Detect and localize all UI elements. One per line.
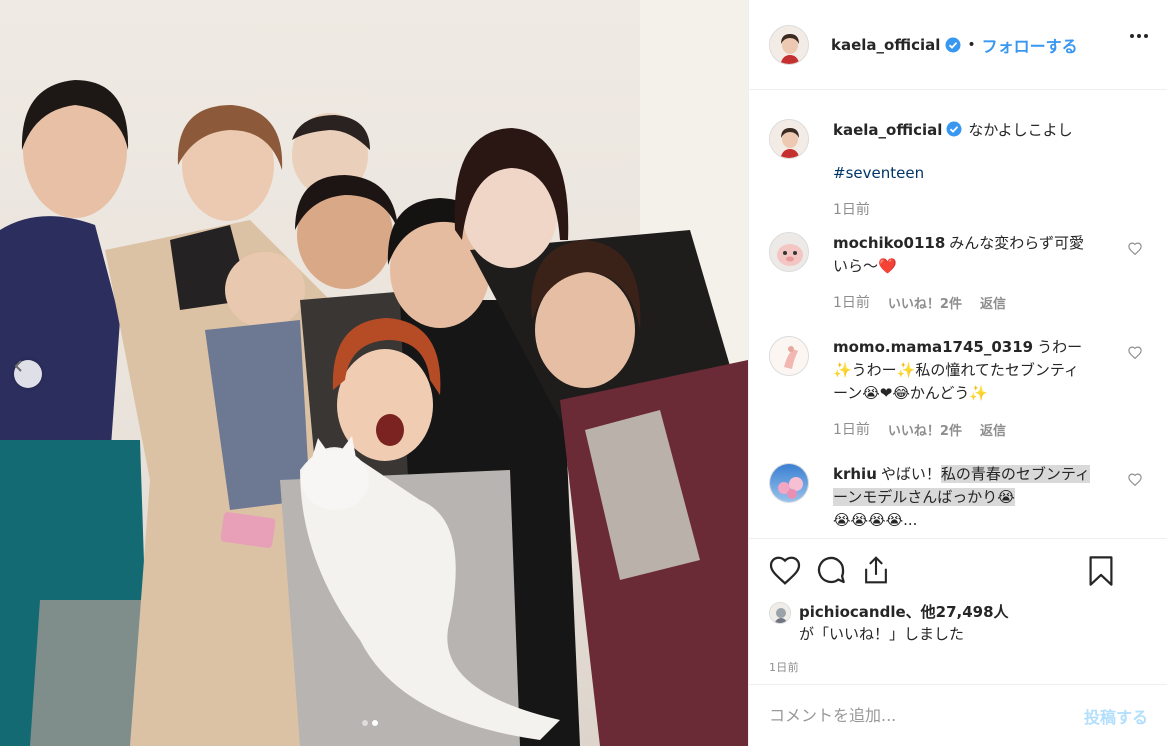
liker-avatar[interactable] [769,602,791,624]
group-photo-illustration [0,0,748,746]
commenter-avatar[interactable] [769,463,809,503]
post-timestamp[interactable]: 1日前 [769,659,1148,675]
author-avatar[interactable] [769,24,809,65]
likes-summary[interactable]: pichiocandle、他27,498人 が「いいね！」しました [769,601,1148,645]
comment-likes[interactable]: いいね！2件 [888,292,962,316]
comment-item: mochiko0118 みんな変わらず可愛いら〜❤️ 1日前 いいね！2件 返信 [769,232,1148,316]
comment-item: momo.mama1745_0319 うわー✨うわー✨私の憧れてたセブンティーン😭… [769,336,1148,443]
comment-username[interactable]: krhiu [833,465,877,483]
comment-form: 投稿する [749,684,1167,746]
comment-text: やばい！ [880,465,941,483]
post-actions: pichiocandle、他27,498人 が「いいね！」しました 1日前 [749,538,1167,675]
heart-icon[interactable] [769,555,801,585]
liker-username[interactable]: pichiocandle [799,603,906,621]
commenter-avatar[interactable] [769,336,809,376]
caption-time[interactable]: 1日前 [833,199,870,222]
share-icon[interactable] [861,554,891,586]
post-side-panel: kaela_official • フォローする kaela_official なか… [748,0,1167,746]
comment-text-tail: 😭😭😭😭... [833,511,918,529]
author-username[interactable]: kaela_official [831,36,940,54]
more-options-icon[interactable] [1130,34,1148,38]
caption-avatar[interactable] [769,119,809,159]
follow-button[interactable]: フォローする [982,33,1078,57]
caption-hashtag[interactable]: #seventeen [833,162,1133,185]
caption-username[interactable]: kaela_official [833,121,942,139]
previous-photo-button[interactable] [14,360,42,388]
header-separator: • [967,36,976,53]
reply-button[interactable]: 返信 [980,419,1006,443]
comment-time[interactable]: 1日前 [833,292,870,316]
comment-like-heart-icon[interactable] [1128,471,1142,490]
comment-username[interactable]: mochiko0118 [833,234,945,252]
post-comment-button[interactable]: 投稿する [1084,704,1148,728]
carousel-dot-active [372,720,378,726]
comment-item: krhiu やばい！私の青春のセブンティーンモデルさんばっかり😭 😭😭😭😭... [769,463,1148,532]
comment-icon[interactable] [815,554,847,586]
comments-list[interactable]: kaela_official なかよしこよし #seventeen 1日前 moc… [749,91,1167,538]
likes-count[interactable]: 、他27,498人 [906,603,1009,621]
caption-text: なかよしこよし [968,121,1073,139]
likes-suffix: が「いいね！」しました [799,625,965,643]
comment-likes[interactable]: いいね！2件 [888,419,962,443]
commenter-avatar[interactable] [769,232,809,272]
verified-badge-icon [946,121,962,137]
carousel-dot [362,720,368,726]
reply-button[interactable]: 返信 [980,292,1006,316]
verified-badge-icon [945,37,961,53]
caption: kaela_official なかよしこよし #seventeen 1日前 [769,119,1148,222]
comment-like-heart-icon[interactable] [1128,240,1142,259]
carousel-indicator [362,720,378,726]
comment-input[interactable] [769,706,1084,725]
comment-username[interactable]: momo.mama1745_0319 [833,338,1033,356]
comment-like-heart-icon[interactable] [1128,344,1142,363]
post-photo[interactable] [0,0,748,746]
post-header: kaela_official • フォローする [749,0,1167,90]
comment-time[interactable]: 1日前 [833,419,870,443]
bookmark-icon[interactable] [1088,555,1114,587]
